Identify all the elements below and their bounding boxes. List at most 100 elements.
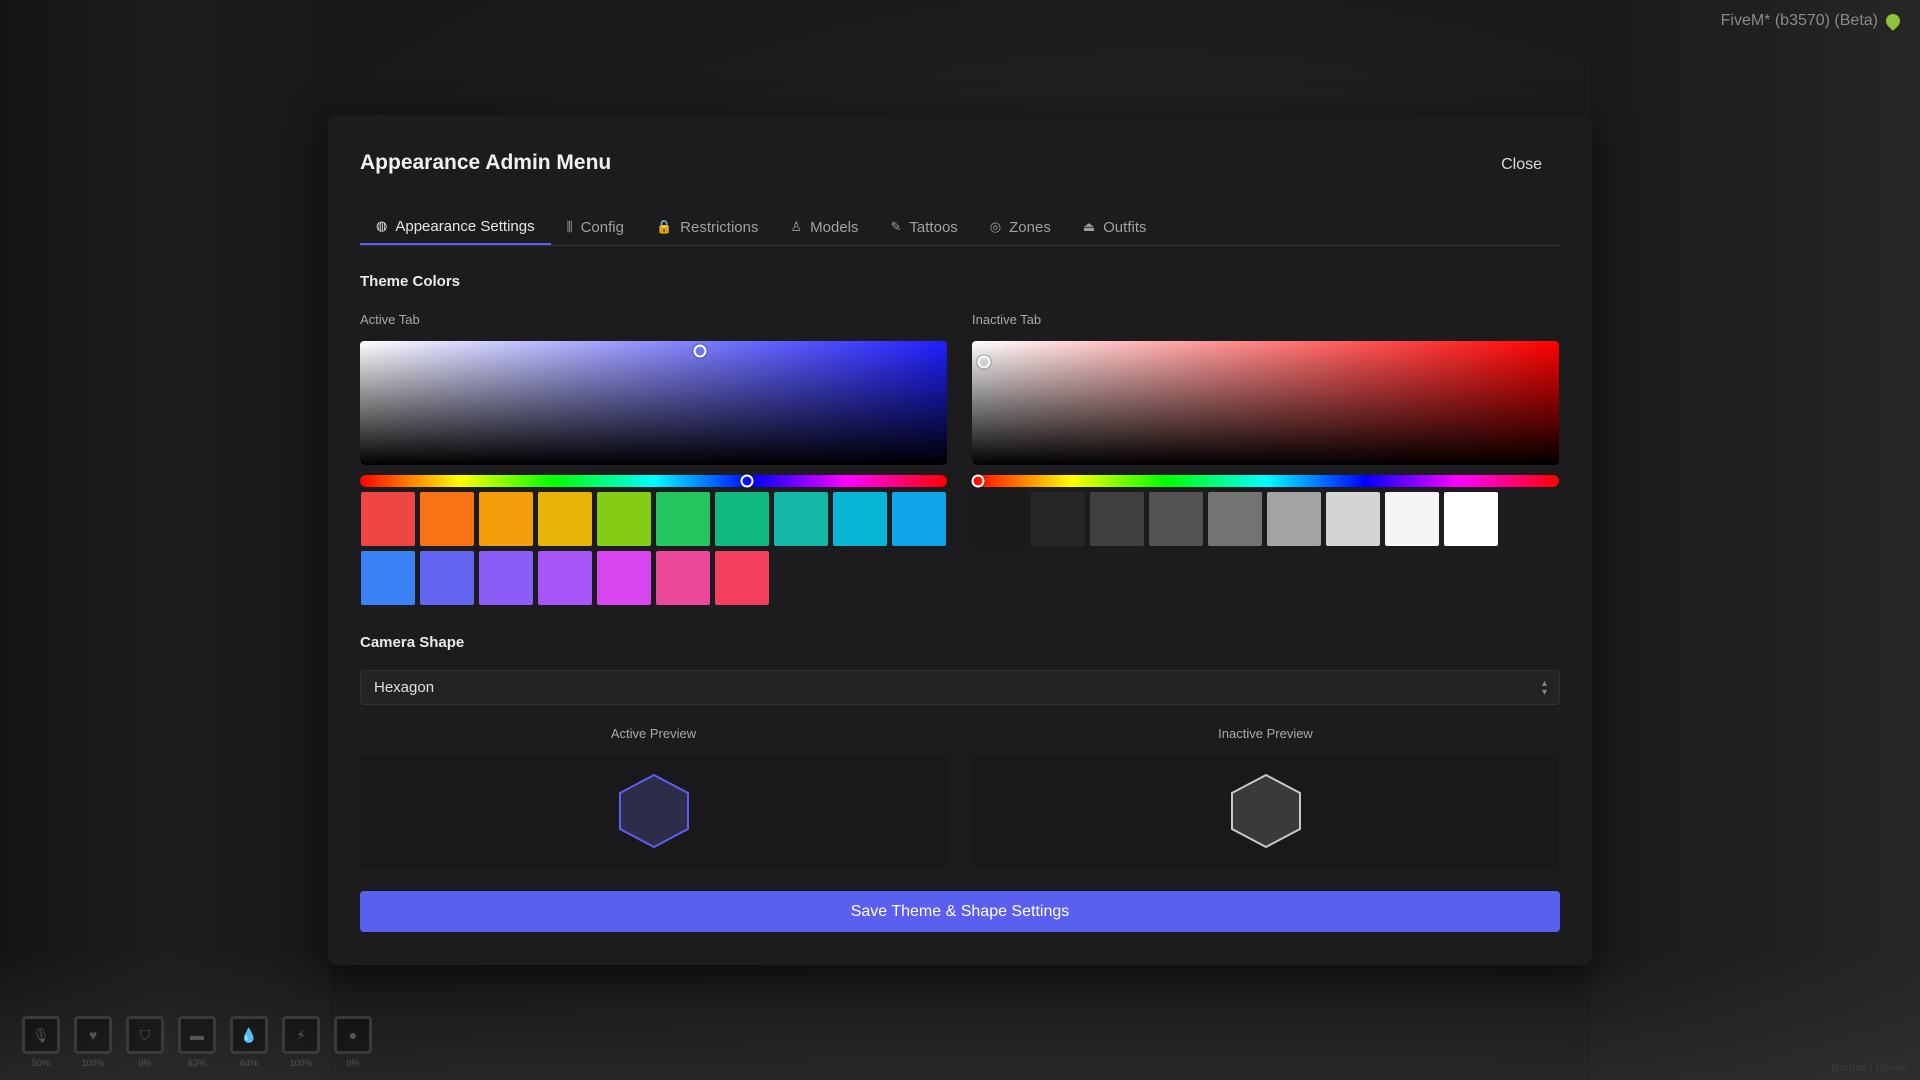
camera-shape-value: Hexagon: [374, 679, 435, 696]
hud-item: ▬ 63%: [178, 1016, 216, 1068]
color-swatch[interactable]: [1385, 492, 1439, 546]
sliders-icon: ⫼: [566, 219, 573, 234]
active-tab-swatches: [361, 492, 961, 605]
hud-item: ● 0%: [334, 1016, 372, 1068]
color-swatch[interactable]: [361, 492, 415, 546]
shield-icon: ⛉: [126, 1016, 164, 1054]
color-swatch[interactable]: [1267, 492, 1321, 546]
tab-appearance-settings[interactable]: ◍ Appearance Settings: [360, 209, 551, 245]
hud-value: 100%: [289, 1058, 313, 1068]
tab-tattoos[interactable]: ✎ Tattoos: [875, 209, 974, 245]
color-swatch[interactable]: [597, 551, 651, 605]
inactive-preview-box: [972, 755, 1559, 867]
hud-item: 🎙 50%: [22, 1016, 60, 1068]
stamina-icon: ⚡: [282, 1016, 320, 1054]
hud-value: 0%: [138, 1058, 152, 1068]
stress-icon: ●: [334, 1016, 372, 1054]
color-swatch[interactable]: [1090, 492, 1144, 546]
inactive-saturation-handle[interactable]: [977, 355, 991, 369]
location-icon: ◎: [989, 219, 1002, 234]
hud-item: ⛉ 0%: [126, 1016, 164, 1068]
close-button[interactable]: Close: [1501, 156, 1542, 174]
hud-value: 63%: [187, 1058, 206, 1068]
hanger-icon: ⏏: [1082, 219, 1096, 234]
tab-label: Outfits: [1103, 218, 1147, 236]
value-gradient: [360, 341, 947, 465]
water-icon: 💧: [230, 1016, 268, 1054]
color-swatch[interactable]: [479, 551, 533, 605]
color-swatch[interactable]: [361, 551, 415, 605]
color-swatch[interactable]: [656, 551, 710, 605]
hud-value: 100%: [81, 1058, 105, 1068]
color-swatch[interactable]: [972, 492, 1026, 546]
tab-label: Config: [580, 218, 624, 236]
color-swatch[interactable]: [833, 492, 887, 546]
active-preview-label: Active Preview: [610, 726, 697, 741]
inactive-preview-label: Inactive Preview: [1218, 726, 1313, 741]
active-preview-box: [360, 755, 947, 867]
color-swatch[interactable]: [538, 551, 592, 605]
active-hexagon-preview: [618, 773, 689, 849]
color-swatch[interactable]: [1031, 492, 1085, 546]
tab-label: Zones: [1009, 218, 1051, 236]
active-tab-saturation-picker[interactable]: [360, 341, 947, 465]
inactive-tab-label: Inactive Tab: [972, 312, 1042, 327]
inactive-tab-saturation-picker[interactable]: [972, 341, 1559, 465]
select-arrows-icon: ▴ ▾: [1541, 678, 1547, 698]
color-swatch[interactable]: [420, 551, 474, 605]
tab-outfits[interactable]: ⏏ Outfits: [1067, 209, 1163, 245]
heart-icon: ♥: [74, 1016, 112, 1054]
active-tab-label: Active Tab: [360, 312, 420, 327]
color-swatch[interactable]: [538, 492, 592, 546]
color-swatch[interactable]: [656, 492, 710, 546]
save-theme-button[interactable]: Save Theme & Shape Settings: [360, 891, 1560, 932]
user-icon: ♙: [790, 219, 803, 234]
voice-range-label: Normal | Range: [1831, 1062, 1908, 1074]
fivem-version-badge: FiveM* (b3570) (Beta): [1721, 11, 1903, 31]
color-swatch[interactable]: [715, 492, 769, 546]
tab-label: Models: [810, 218, 859, 236]
tab-models[interactable]: ♙ Models: [775, 209, 875, 245]
tab-label: Restrictions: [680, 218, 759, 236]
pen-icon: ✎: [890, 219, 902, 234]
hud-item: 💧 64%: [230, 1016, 268, 1068]
theme-colors-heading: Theme Colors: [360, 273, 461, 290]
food-icon: ▬: [178, 1016, 216, 1054]
tab-zones[interactable]: ◎ Zones: [974, 209, 1067, 245]
status-hud: 🎙 50% ♥ 100% ⛉ 0% ▬ 63% 💧 64% ⚡ 100% ● 0%: [22, 1016, 372, 1068]
color-swatch[interactable]: [1149, 492, 1203, 546]
color-swatch[interactable]: [597, 492, 651, 546]
inactive-tab-hue-slider[interactable]: [971, 474, 1559, 488]
color-swatch[interactable]: [1208, 492, 1262, 546]
color-swatch[interactable]: [420, 492, 474, 546]
hud-value: 0%: [346, 1058, 360, 1068]
lock-icon: 🔒: [655, 219, 673, 234]
active-saturation-handle[interactable]: [693, 344, 707, 358]
tab-config[interactable]: ⫼ Config: [551, 209, 640, 245]
camera-shape-select[interactable]: Hexagon ▴ ▾: [360, 670, 1560, 705]
tab-bar: ◍ Appearance Settings ⫼ Config 🔒 Restrictions…: [360, 209, 1560, 246]
hud-item: ⚡ 100%: [282, 1016, 320, 1068]
background-curtain-left: [0, 0, 330, 1080]
value-gradient: [972, 341, 1559, 465]
appearance-admin-modal: Appearance Admin Menu Close ◍ Appearance …: [328, 115, 1592, 965]
color-swatch[interactable]: [774, 492, 828, 546]
inactive-hue-handle[interactable]: [971, 474, 985, 488]
hud-value: 50%: [31, 1058, 50, 1068]
modal-title: Appearance Admin Menu: [360, 151, 612, 174]
color-swatch[interactable]: [892, 492, 946, 546]
hud-value: 64%: [239, 1058, 258, 1068]
inactive-hexagon-preview: [1230, 773, 1301, 849]
tab-restrictions[interactable]: 🔒 Restrictions: [640, 209, 775, 245]
palette-icon: ◍: [376, 218, 388, 233]
active-hue-handle[interactable]: [740, 474, 754, 488]
color-swatch[interactable]: [1444, 492, 1498, 546]
inactive-tab-swatches: [972, 492, 1572, 546]
color-swatch[interactable]: [1326, 492, 1380, 546]
tab-label: Tattoos: [909, 218, 958, 236]
active-tab-hue-slider[interactable]: [360, 474, 947, 488]
camera-shape-heading: Camera Shape: [360, 634, 465, 651]
color-swatch[interactable]: [715, 551, 769, 605]
background-furniture-right: [1590, 0, 1920, 1080]
color-swatch[interactable]: [479, 492, 533, 546]
